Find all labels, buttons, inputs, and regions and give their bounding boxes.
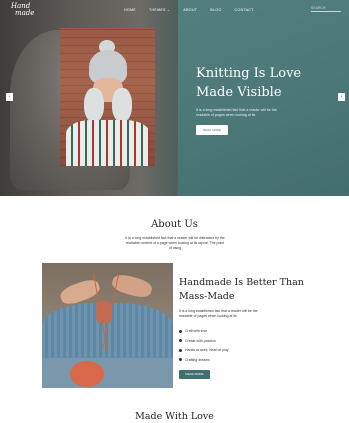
nav-item-blog[interactable]: BLOG (210, 8, 221, 12)
bullet-icon (179, 329, 182, 333)
handmade-title-line-2: Mass-Made (179, 291, 235, 302)
hero-read-more-button[interactable]: READ MORE (196, 125, 228, 135)
logo[interactable]: Hand made (11, 3, 34, 17)
handmade-read-more-button[interactable]: READ MORE (179, 369, 210, 379)
list-item-text: Crafting dreams (185, 357, 210, 362)
about-text: It is a long established fact that a rea… (125, 236, 225, 250)
hero-title-line-2: Made Visible (196, 85, 282, 100)
list-item: Create with passion (179, 336, 319, 346)
nav-item-themes[interactable]: THEMES ⌄ (149, 8, 170, 12)
nav-item-home[interactable]: HOME (124, 8, 136, 12)
prev-slide-arrow-icon[interactable]: ‹ (6, 93, 13, 101)
list-item: Crafting dreams (179, 355, 319, 365)
search-input[interactable]: SEARCH (311, 6, 341, 12)
handmade-title: Handmade Is Better Than Mass-Made (179, 276, 319, 304)
bullet-icon (179, 348, 182, 352)
nav-item-contact[interactable]: CONTACT (234, 8, 253, 12)
handmade-list: Craft with love Create with passion Hand… (179, 327, 319, 365)
list-item-text: Craft with love (185, 329, 208, 334)
logo-line-2: made (15, 9, 35, 17)
hero-photo (60, 28, 155, 166)
bullet-icon (179, 358, 182, 362)
top-nav: Hand made HOME THEMES ⌄ ABOUT BLOG CONTA… (0, 0, 349, 20)
made-with-love-title: Made With Love (135, 411, 214, 422)
list-item-text: Hands at work, heart at play (185, 348, 229, 353)
handmade-subtitle: It is a long established fact that a rea… (179, 309, 258, 318)
handmade-title-line-1: Handmade Is Better Than (179, 277, 304, 288)
nav-menu: HOME THEMES ⌄ ABOUT BLOG CONTACT (124, 8, 254, 12)
handmade-photo (42, 263, 173, 388)
hero-section: Hand made HOME THEMES ⌄ ABOUT BLOG CONTA… (0, 0, 349, 196)
bullet-icon (179, 339, 182, 343)
hero-title-line-1: Knitting Is Love (196, 66, 302, 81)
hero-title: Knitting Is Love Made Visible (196, 64, 336, 102)
list-item: Hands at work, heart at play (179, 346, 319, 356)
hero-subtitle: It is a long established fact that a rea… (196, 108, 277, 117)
nav-item-about[interactable]: ABOUT (183, 8, 197, 12)
next-slide-arrow-icon[interactable]: › (338, 93, 345, 101)
handmade-text: Handmade Is Better Than Mass-Made It is … (179, 276, 319, 379)
hero-text: Knitting Is Love Made Visible It is a lo… (196, 64, 336, 136)
about-title: About Us (151, 219, 198, 230)
list-item-text: Create with passion (185, 338, 216, 343)
list-item: Craft with love (179, 327, 319, 337)
